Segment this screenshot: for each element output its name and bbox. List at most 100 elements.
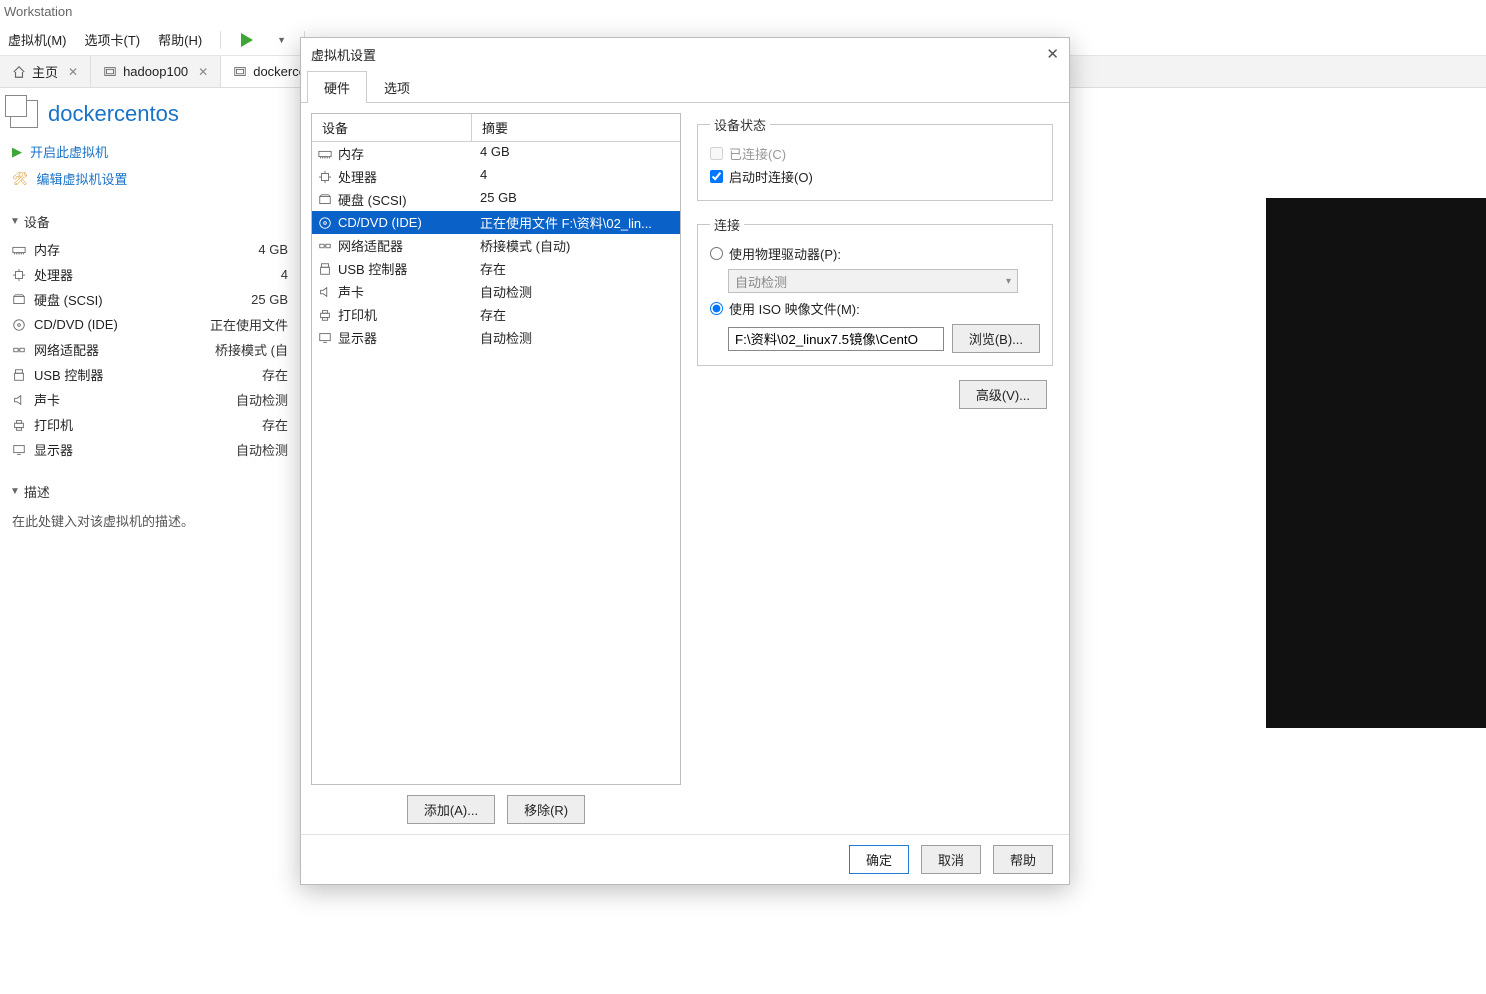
device-value: 4 [281, 267, 288, 282]
device-summary: 自动检测 [472, 282, 680, 301]
cpu-icon [12, 268, 34, 282]
device-summary: 桥接模式 (自动) [472, 236, 680, 255]
cd-icon [12, 318, 34, 332]
sidebar-device-row[interactable]: CD/DVD (IDE)正在使用文件 [10, 312, 290, 337]
device-table: 设备 摘要 内存4 GB处理器4 硬盘 (SCSI) 25 GB CD/DVD (ID… [311, 113, 681, 785]
close-icon[interactable]: ✕ [198, 65, 208, 79]
vm-large-icon [10, 100, 38, 128]
run-button[interactable] [239, 32, 255, 48]
device-summary: 25 GB [472, 190, 680, 209]
description-section-head[interactable]: ▼ 描述 [10, 482, 290, 501]
play-icon: ▶ [12, 144, 22, 160]
run-dropdown[interactable]: ▼ [277, 35, 286, 45]
device-list-panel: 设备 摘要 内存4 GB处理器4 硬盘 (SCSI) 25 GB CD/DVD (ID… [311, 113, 681, 824]
sidebar-device-row[interactable]: USB 控制器存在 [10, 362, 290, 387]
power-on-link[interactable]: ▶ 开启此虚拟机 [10, 138, 290, 165]
connect-at-power-label: 启动时连接(O) [729, 167, 813, 186]
device-table-row[interactable]: 网络适配器桥接模式 (自动) [312, 234, 680, 257]
iso-path-input[interactable] [728, 327, 944, 351]
physical-drive-radio[interactable] [710, 247, 723, 260]
device-label: CD/DVD (IDE) [34, 317, 210, 332]
net-icon [12, 343, 34, 357]
device-table-row[interactable]: USB 控制器存在 [312, 257, 680, 280]
devices-section-label: 设备 [24, 212, 50, 231]
description-placeholder[interactable]: 在此处键入对该虚拟机的描述。 [10, 507, 290, 534]
iso-radio[interactable] [710, 302, 723, 315]
device-table-header: 设备 摘要 [312, 114, 680, 142]
connect-at-power-checkbox[interactable] [710, 170, 723, 183]
connect-at-power-row[interactable]: 启动时连接(O) [710, 165, 1040, 188]
iso-path-row: 浏览(B)... [728, 324, 1040, 353]
power-on-label: 开启此虚拟机 [30, 142, 108, 161]
device-value: 自动检测 [236, 390, 288, 409]
tab-hardware[interactable]: 硬件 [307, 71, 367, 103]
device-summary: 4 [472, 167, 680, 186]
sidebar-device-row[interactable]: 网络适配器桥接模式 (自 [10, 337, 290, 362]
device-value: 桥接模式 (自 [215, 340, 288, 359]
sidebar-device-list: 内存4 GB处理器4硬盘 (SCSI)25 GBCD/DVD (IDE)正在使用… [10, 237, 290, 462]
device-table-row[interactable]: 打印机存在 [312, 303, 680, 326]
device-table-row[interactable]: 内存4 GB [312, 142, 680, 165]
menu-help[interactable]: 帮助(H) [158, 30, 202, 49]
tab-home[interactable]: 主页 ✕ [0, 56, 91, 87]
sidebar-device-row[interactable]: 显示器自动检测 [10, 437, 290, 462]
connection-legend: 连接 [710, 215, 744, 234]
device-label: 网络适配器 [34, 340, 215, 359]
cancel-button[interactable]: 取消 [921, 845, 981, 874]
device-buttons: 添加(A)... 移除(R) [311, 785, 681, 824]
device-label: USB 控制器 [338, 259, 407, 278]
ok-button[interactable]: 确定 [849, 845, 909, 874]
devices-section-head[interactable]: ▼ 设备 [10, 212, 290, 231]
device-label: 打印机 [34, 415, 262, 434]
iso-radio-row[interactable]: 使用 ISO 映像文件(M): [710, 297, 1040, 320]
dialog-titlebar: 虚拟机设置 ✕ [301, 38, 1069, 70]
device-value: 25 GB [251, 292, 288, 307]
close-icon[interactable]: ✕ [68, 65, 78, 79]
tab-home-label: 主页 [32, 62, 58, 81]
vm-summary-sidebar: dockercentos ▶ 开启此虚拟机 🛠 编辑虚拟机设置 ▼ 设备 内存4… [0, 88, 300, 994]
vm-icon [103, 65, 117, 79]
device-table-row[interactable]: 显示器自动检测 [312, 326, 680, 349]
advanced-button[interactable]: 高级(V)... [959, 380, 1047, 409]
sidebar-device-row[interactable]: 处理器4 [10, 262, 290, 287]
tab-hadoop-label: hadoop100 [123, 64, 188, 79]
edit-settings-label: 编辑虚拟机设置 [37, 169, 128, 188]
tab-options[interactable]: 选项 [367, 71, 427, 103]
physical-drive-radio-row[interactable]: 使用物理驱动器(P): [710, 242, 1040, 265]
device-summary: 存在 [472, 305, 680, 324]
device-value: 存在 [262, 365, 288, 384]
browse-button[interactable]: 浏览(B)... [952, 324, 1040, 353]
cd-icon [318, 216, 332, 230]
device-summary: 自动检测 [472, 328, 680, 347]
menu-vm[interactable]: 虚拟机(M) [8, 30, 67, 49]
device-label: 内存 [338, 144, 364, 163]
memory-icon [318, 147, 332, 161]
device-label: 内存 [34, 240, 258, 259]
menu-tabs[interactable]: 选项卡(T) [85, 30, 141, 49]
vm-console-preview[interactable] [1266, 198, 1486, 728]
device-table-row[interactable]: 硬盘 (SCSI) 25 GB [312, 188, 680, 211]
device-value: 正在使用文件 [210, 315, 288, 334]
sidebar-device-row[interactable]: 硬盘 (SCSI)25 GB [10, 287, 290, 312]
dialog-body: 设备 摘要 内存4 GB处理器4 硬盘 (SCSI) 25 GB CD/DVD (ID… [301, 103, 1069, 834]
remove-device-button[interactable]: 移除(R) [507, 795, 585, 824]
add-device-button[interactable]: 添加(A)... [407, 795, 495, 824]
vm-name: dockercentos [48, 101, 179, 127]
col-device: 设备 [312, 114, 472, 141]
device-label: 声卡 [338, 282, 364, 301]
tab-hadoop[interactable]: hadoop100 ✕ [91, 56, 221, 87]
close-dialog-button[interactable]: ✕ [1046, 45, 1059, 63]
sidebar-device-row[interactable]: 内存4 GB [10, 237, 290, 262]
device-table-row[interactable]: 声卡 自动检测 [312, 280, 680, 303]
sidebar-device-row[interactable]: 声卡自动检测 [10, 387, 290, 412]
device-table-row[interactable]: 处理器4 [312, 165, 680, 188]
disk-icon [318, 193, 332, 207]
device-label: 显示器 [34, 440, 236, 459]
edit-settings-link[interactable]: 🛠 编辑虚拟机设置 [10, 165, 290, 192]
device-table-row[interactable]: CD/DVD (IDE)正在使用文件 F:\资料\02_lin... [312, 211, 680, 234]
help-button[interactable]: 帮助 [993, 845, 1053, 874]
device-label: 硬盘 (SCSI) [338, 190, 407, 209]
sidebar-device-row[interactable]: 打印机存在 [10, 412, 290, 437]
col-summary: 摘要 [472, 114, 680, 141]
device-label: CD/DVD (IDE) [338, 215, 422, 230]
